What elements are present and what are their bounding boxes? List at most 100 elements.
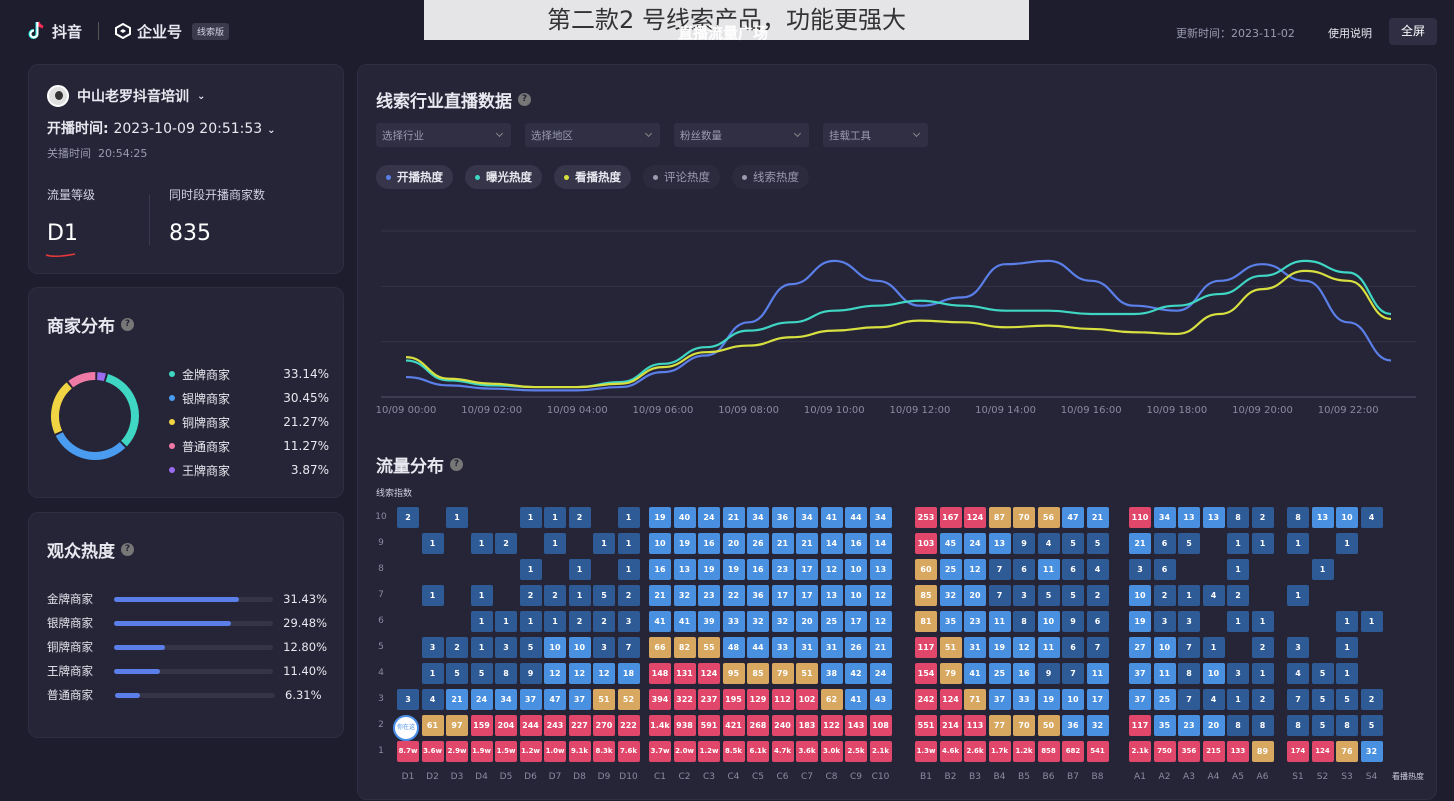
flow-cell[interactable]: 13: [869, 559, 892, 580]
flow-cell[interactable]: 17: [771, 585, 794, 606]
donut-slice-2[interactable]: [51, 382, 72, 434]
flow-cell[interactable]: 167: [939, 507, 962, 528]
flow-cell[interactable]: 44: [747, 637, 769, 658]
flow-cell[interactable]: 17: [796, 559, 818, 580]
flow-cell[interactable]: 214: [939, 715, 962, 736]
flow-cell[interactable]: 1: [1227, 533, 1249, 554]
flow-cell[interactable]: 1: [519, 611, 542, 632]
flow-cell[interactable]: 13: [1178, 507, 1200, 528]
flow-cell[interactable]: 70: [1013, 507, 1035, 528]
flow-cell[interactable]: 21: [649, 585, 671, 606]
flow-cell[interactable]: 13: [988, 533, 1011, 554]
flow-cell[interactable]: 8: [495, 663, 517, 684]
flow-cell[interactable]: 5: [1311, 689, 1334, 710]
flow-cell[interactable]: 8: [1227, 715, 1249, 736]
flow-cell[interactable]: 8: [1013, 611, 1035, 632]
flow-cell[interactable]: 24: [869, 663, 892, 684]
flow-cell[interactable]: 1: [568, 585, 591, 606]
flow-cell[interactable]: 25: [939, 559, 962, 580]
flow-cell[interactable]: 108: [869, 715, 892, 736]
flow-cell[interactable]: 27: [1129, 637, 1151, 658]
flow-cell[interactable]: 124: [964, 507, 986, 528]
flow-cell[interactable]: 6: [1062, 559, 1084, 580]
flow-cell[interactable]: 270: [593, 715, 615, 736]
flow-cell[interactable]: 5: [1360, 715, 1383, 736]
flow-cell[interactable]: 31: [796, 637, 818, 658]
flow-cell[interactable]: 2.1k: [1129, 741, 1151, 762]
flow-cell[interactable]: 1.4k: [649, 715, 671, 736]
flow-cell[interactable]: 1.3w: [915, 741, 937, 762]
flow-cell[interactable]: 32: [939, 585, 962, 606]
flow-cell[interactable]: 8: [1287, 507, 1309, 528]
flow-cell[interactable]: 79: [939, 663, 962, 684]
flow-cell[interactable]: 41: [845, 689, 867, 710]
flow-cell[interactable]: 6: [1153, 559, 1176, 580]
flow-cell[interactable]: 2: [544, 585, 566, 606]
flow-cell[interactable]: 10: [845, 585, 867, 606]
flow-cell[interactable]: 85: [747, 663, 769, 684]
flow-cell[interactable]: 3: [1178, 611, 1200, 632]
flow-cell[interactable]: 2.1k: [869, 741, 892, 762]
flow-cell[interactable]: 3: [593, 637, 615, 658]
flow-cell[interactable]: 39: [698, 611, 720, 632]
fullscreen-button[interactable]: 全屏: [1389, 18, 1437, 45]
flow-cell[interactable]: 11: [988, 611, 1011, 632]
flow-cell[interactable]: 858: [1037, 741, 1060, 762]
flow-cell[interactable]: 11: [1037, 637, 1060, 658]
flow-cell[interactable]: 77: [988, 715, 1011, 736]
flow-cell[interactable]: 33: [722, 611, 745, 632]
flow-cell[interactable]: 2: [397, 507, 419, 528]
flow-cell[interactable]: 268: [747, 715, 769, 736]
flow-cell[interactable]: 41: [673, 611, 696, 632]
flow-cell[interactable]: 1: [421, 663, 444, 684]
flow-cell[interactable]: 20: [722, 533, 745, 554]
flow-cell[interactable]: 62: [820, 689, 843, 710]
flow-cell[interactable]: 3: [1129, 559, 1151, 580]
flow-cell[interactable]: 6: [1086, 611, 1109, 632]
flow-cell[interactable]: 89: [1251, 741, 1274, 762]
flow-cell[interactable]: 1: [1251, 533, 1274, 554]
flow-cell[interactable]: 2: [568, 507, 591, 528]
flow-cell[interactable]: 3: [495, 637, 517, 658]
flow-cell[interactable]: 26: [747, 533, 769, 554]
flow-cell[interactable]: 47: [1062, 507, 1084, 528]
flow-cell[interactable]: 1: [446, 507, 468, 528]
flow-cell[interactable]: 222: [617, 715, 640, 736]
flow-cell[interactable]: 9.1k: [568, 741, 591, 762]
flow-cell[interactable]: 240: [771, 715, 794, 736]
flow-cell[interactable]: 79: [771, 663, 794, 684]
flow-cell[interactable]: 7: [1062, 663, 1084, 684]
flow-cell[interactable]: 50: [1037, 715, 1060, 736]
flow-cell[interactable]: 8: [1336, 715, 1358, 736]
flow-cell[interactable]: 2: [1251, 507, 1274, 528]
flow-cell[interactable]: 1.7k: [988, 741, 1011, 762]
flow-cell[interactable]: 23: [698, 585, 720, 606]
flow-cell[interactable]: 16: [845, 533, 867, 554]
flow-cell[interactable]: 1.9w: [470, 741, 493, 762]
flow-cell[interactable]: 1: [544, 533, 566, 554]
flow-cell[interactable]: 2: [1153, 585, 1176, 606]
flow-cell[interactable]: 16: [1013, 663, 1035, 684]
flow-cell[interactable]: 1: [470, 533, 493, 554]
flow-cell[interactable]: 16: [698, 533, 720, 554]
flow-cell[interactable]: 129: [747, 689, 769, 710]
flow-cell[interactable]: 5: [1336, 689, 1358, 710]
flow-cell[interactable]: 37: [1129, 689, 1151, 710]
flow-cell[interactable]: 131: [673, 663, 696, 684]
flow-cell[interactable]: 591: [698, 715, 720, 736]
flow-cell[interactable]: 31: [820, 637, 843, 658]
flow-cell[interactable]: 6.1k: [747, 741, 769, 762]
current-position-tag[interactable]: 你在这: [393, 715, 419, 741]
flow-cell[interactable]: 18: [617, 663, 640, 684]
flow-cell[interactable]: 1.2w: [698, 741, 720, 762]
flow-cell[interactable]: 8: [1287, 715, 1309, 736]
flow-cell[interactable]: 20: [964, 585, 986, 606]
flow-cell[interactable]: 52: [617, 689, 640, 710]
flow-cell[interactable]: 4: [1202, 585, 1225, 606]
flow-cell[interactable]: 2: [568, 611, 591, 632]
flow-cell[interactable]: 10: [649, 533, 671, 554]
flow-cell[interactable]: 44: [845, 507, 867, 528]
flow-cell[interactable]: 38: [820, 663, 843, 684]
flow-cell[interactable]: 16: [649, 559, 671, 580]
flow-cell[interactable]: 37: [568, 689, 591, 710]
